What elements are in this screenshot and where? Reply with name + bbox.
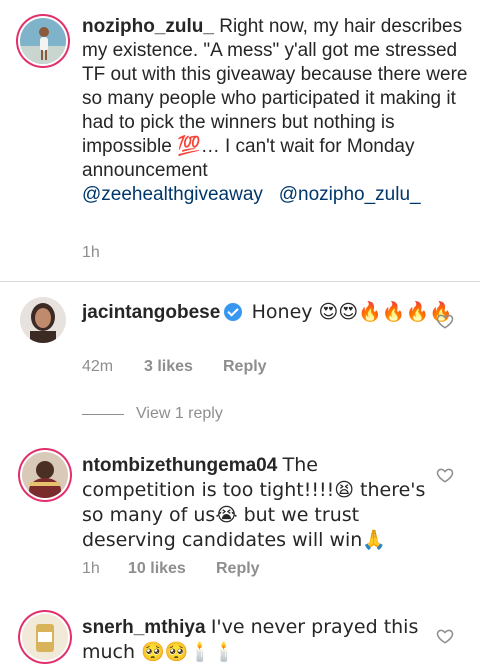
view-replies-button[interactable]: View 1 reply (82, 405, 223, 423)
divider-line (82, 413, 124, 415)
comment-meta: 1h 10 likes Reply (82, 560, 260, 578)
caption: nozipho_zulu_ Right now, my hair describ… (0, 0, 480, 280)
timestamp: 42m (82, 358, 114, 375)
heart-outline-icon[interactable] (436, 466, 454, 484)
comment-text: jacintangobese Honey 😍😍🔥🔥🔥🔥 (82, 300, 477, 325)
reply-button[interactable]: Reply (223, 358, 267, 376)
caption-body: Right now, my hair describes my existenc… (82, 16, 468, 181)
reply-button[interactable]: Reply (216, 560, 260, 578)
divider (0, 281, 480, 282)
comment-text: ntombizethungema04 The competition is to… (82, 453, 427, 553)
comment-avatar[interactable] (22, 452, 68, 498)
caption-avatar[interactable] (20, 18, 66, 64)
comment-avatar[interactable] (20, 297, 66, 343)
likes-count[interactable]: 10 likes (128, 560, 216, 578)
comment-meta: 42m 3 likes Reply (82, 358, 267, 376)
caption-meta: 1h (82, 244, 100, 262)
comment-username[interactable]: snerh_mthiya (82, 617, 206, 638)
mention-link[interactable]: @zeehealthgiveaway (82, 184, 263, 205)
heart-outline-icon[interactable] (436, 627, 454, 645)
comment-username[interactable]: ntombizethungema04 (82, 455, 277, 476)
comment-avatar[interactable] (22, 614, 68, 660)
comment-username[interactable]: jacintangobese (82, 302, 220, 323)
heart-outline-icon[interactable] (436, 312, 454, 330)
verified-badge-icon (224, 303, 243, 321)
caption-text: nozipho_zulu_ Right now, my hair describ… (82, 15, 477, 207)
caption-username[interactable]: nozipho_zulu_ (82, 16, 214, 37)
comment-text: snerh_mthiya I've never prayed this much… (82, 615, 427, 665)
mention-link[interactable]: @nozipho_zulu_ (279, 184, 421, 205)
timestamp: 1h (82, 560, 100, 577)
view-replies-label: View 1 reply (136, 405, 223, 422)
likes-count[interactable]: 3 likes (144, 358, 223, 376)
timestamp: 1h (82, 244, 100, 261)
comment-body: Honey 😍😍🔥🔥🔥🔥 (251, 301, 453, 323)
